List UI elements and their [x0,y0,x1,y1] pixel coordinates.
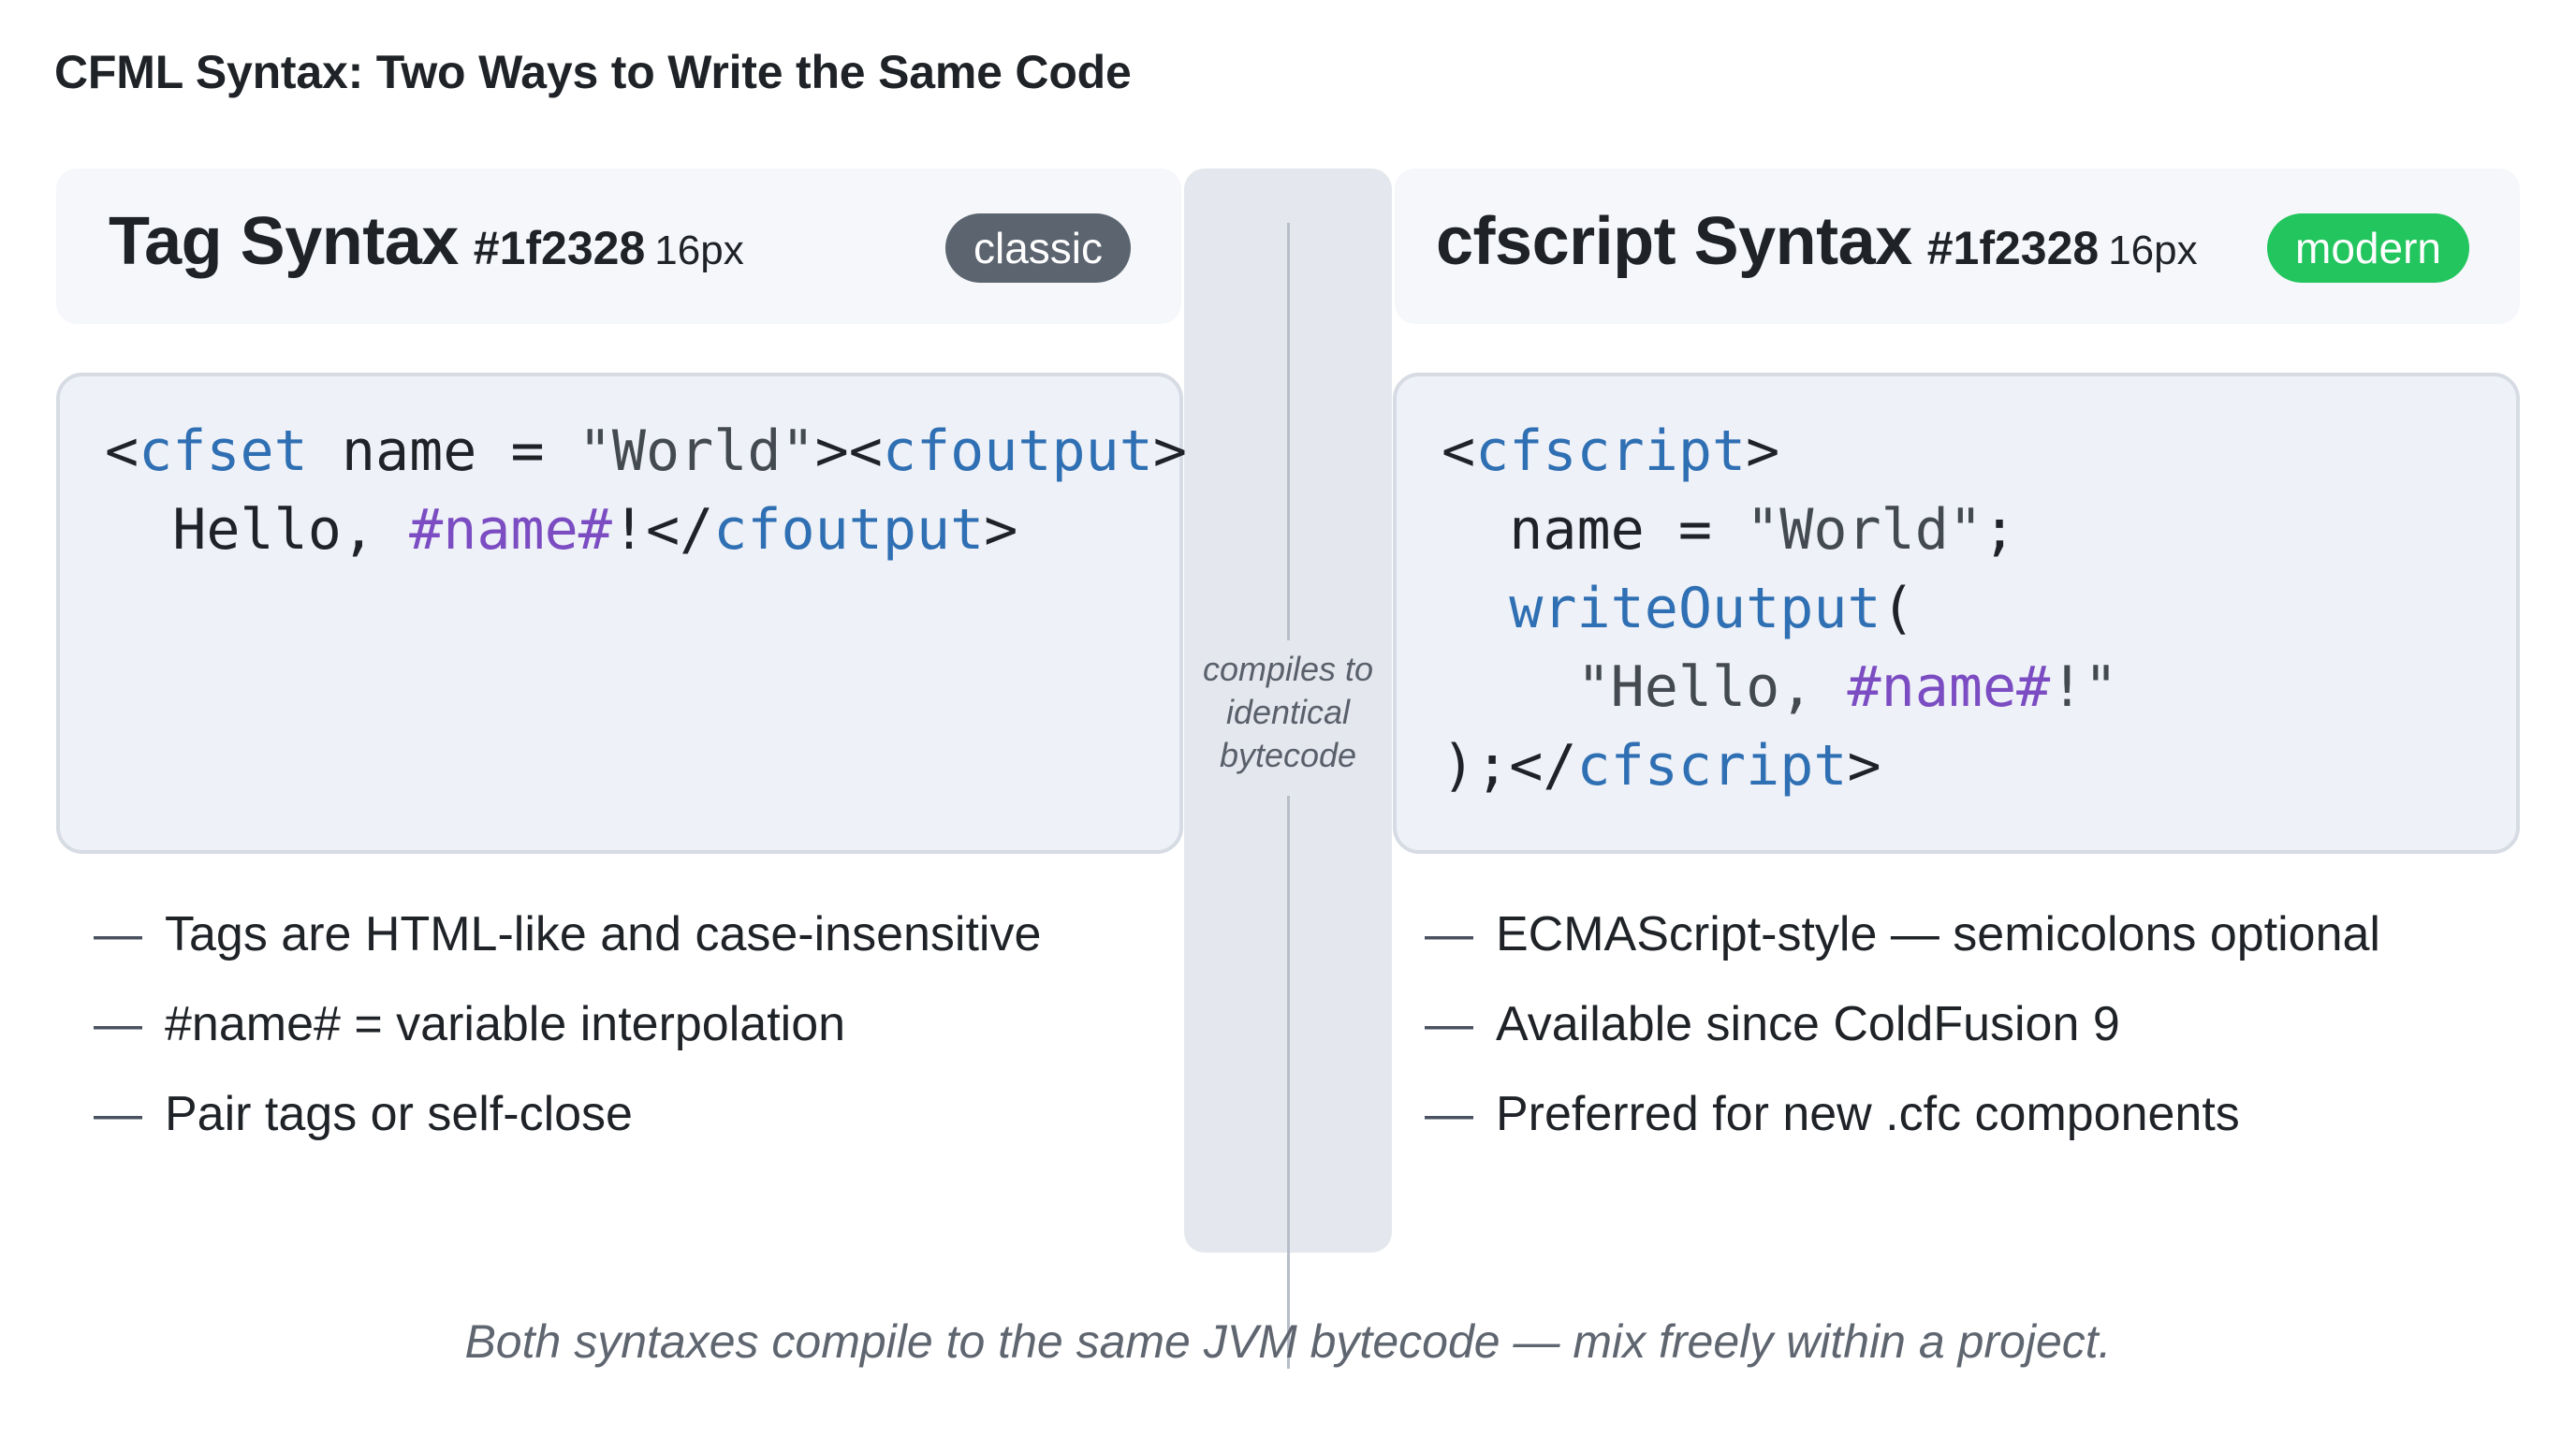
dash-marker: — [94,907,142,961]
tag-syntax-hex-label: #1f2328 [473,222,646,274]
code-token-str: "World" [578,418,815,484]
note-item: — Pair tags or self-close [94,1078,1041,1168]
tag-syntax-title: Tag Syntax [109,204,459,279]
code-token-var: #name# [1847,654,2051,720]
code-token-var: #name# [409,497,612,563]
cfscript-syntax-title-group: cfscript Syntax #1f2328 16px [1436,208,2198,275]
dash-marker: — [1425,907,1473,961]
cfscript-notes: — ECMAScript-style — semicolons optional … [1425,899,2380,1168]
cfscript-code-line: "Hello, #name#!" [1442,648,2117,726]
tag-syntax-notes: — Tags are HTML-like and case-insensitive… [94,899,1041,1168]
note-item: — Tags are HTML-like and case-insensitive [94,899,1041,989]
footer-note: Both syntaxes compile to the same JVM by… [464,1315,2112,1368]
cfscript-syntax-hex-label: #1f2328 [1926,222,2100,274]
note-text: #name# = variable interpolation [165,997,846,1051]
tag-syntax-header: Tag Syntax #1f2328 16px classic [56,169,1181,324]
code-token-tag: cfoutput [713,497,985,563]
tag-syntax-code-block: <cfset name = "World"><cfoutput> Hello, … [56,373,1187,854]
cfscript-code-line: <cfscript> [1442,412,2117,491]
tag-syntax-size-label: 16px [654,227,744,273]
code-token-plain: < [1442,418,1476,484]
tag-syntax-title-group: Tag Syntax #1f2328 16px [109,208,744,275]
classic-badge: classic [945,213,1131,283]
divider-label: compiles to identical bytecode [1184,640,1392,785]
code-token-tag: cfscript [1475,418,1747,484]
note-item: — ECMAScript-style — semicolons optional [1425,899,2380,989]
code-token-tag: cfset [139,418,308,484]
code-token-plain: > [1746,418,1780,484]
code-token-plain: ( [1881,576,1915,641]
tag-syntax-code: <cfset name = "World"><cfoutput> Hello, … [105,412,1187,569]
note-text: ECMAScript-style — semicolons optional [1496,907,2380,961]
note-text: Tags are HTML-like and case-insensitive [165,907,1042,961]
note-text: Preferred for new .cfc components [1496,1087,2240,1141]
code-token-fn: writeOutput [1509,576,1881,641]
center-divider: compiles to identical bytecode [1184,169,1392,1369]
cfscript-code-line: writeOutput( [1442,569,2117,648]
code-token-plain: > [1152,418,1187,484]
note-item: — #name# = variable interpolation [94,989,1041,1078]
code-token-plain: !</ [611,497,714,563]
dash-marker: — [94,1087,142,1141]
code-token-plain: ; [1982,497,2017,563]
cfscript-code-line: );</cfscript> [1442,726,2117,805]
divider-label-line: bytecode [1219,736,1357,774]
dash-marker: — [1425,997,1473,1051]
code-token-plain: );</ [1442,733,1577,799]
cfscript-code-block: <cfscript> name = "World"; writeOutput( … [1393,373,2520,854]
divider-label-line: compiles to [1202,650,1374,688]
code-token-plain: Hello, [105,497,410,563]
code-token-plain: > [1847,733,1881,799]
dash-marker: — [1425,1087,1473,1141]
divider-line-bottom [1287,796,1290,1369]
code-token-str: "Hello, [1442,654,1848,720]
code-token-plain: name = [1442,497,1747,563]
note-text: Pair tags or self-close [165,1087,633,1141]
code-token-plain: name = [307,418,578,484]
code-token-plain: < [105,418,139,484]
cfscript-syntax-size-label: 16px [2108,227,2198,273]
note-item: — Preferred for new .cfc components [1425,1078,2380,1168]
code-token-tag: cfoutput [882,418,1153,484]
code-token-tag: cfscript [1576,733,1848,799]
code-token-plain: >< [814,418,883,484]
cfscript-code: <cfscript> name = "World"; writeOutput( … [1442,412,2117,805]
tag-syntax-code-line: Hello, #name#!</cfoutput> [105,491,1187,569]
cfscript-syntax-title: cfscript Syntax [1436,204,1912,279]
note-text: Available since ColdFusion 9 [1496,997,2120,1051]
code-token-str: !" [2050,654,2118,720]
page-title: CFML Syntax: Two Ways to Write the Same … [54,46,1132,98]
cfscript-syntax-header: cfscript Syntax #1f2328 16px modern [1395,169,2520,324]
cfscript-code-line: name = "World"; [1442,491,2117,569]
code-token-plain: > [984,497,1018,563]
note-item: — Available since ColdFusion 9 [1425,989,2380,1078]
modern-badge: modern [2267,213,2469,283]
code-token-str: "World" [1746,497,1983,563]
dash-marker: — [94,997,142,1051]
tag-syntax-code-line: <cfset name = "World"><cfoutput> [105,412,1187,491]
divider-label-line: identical [1225,693,1351,731]
